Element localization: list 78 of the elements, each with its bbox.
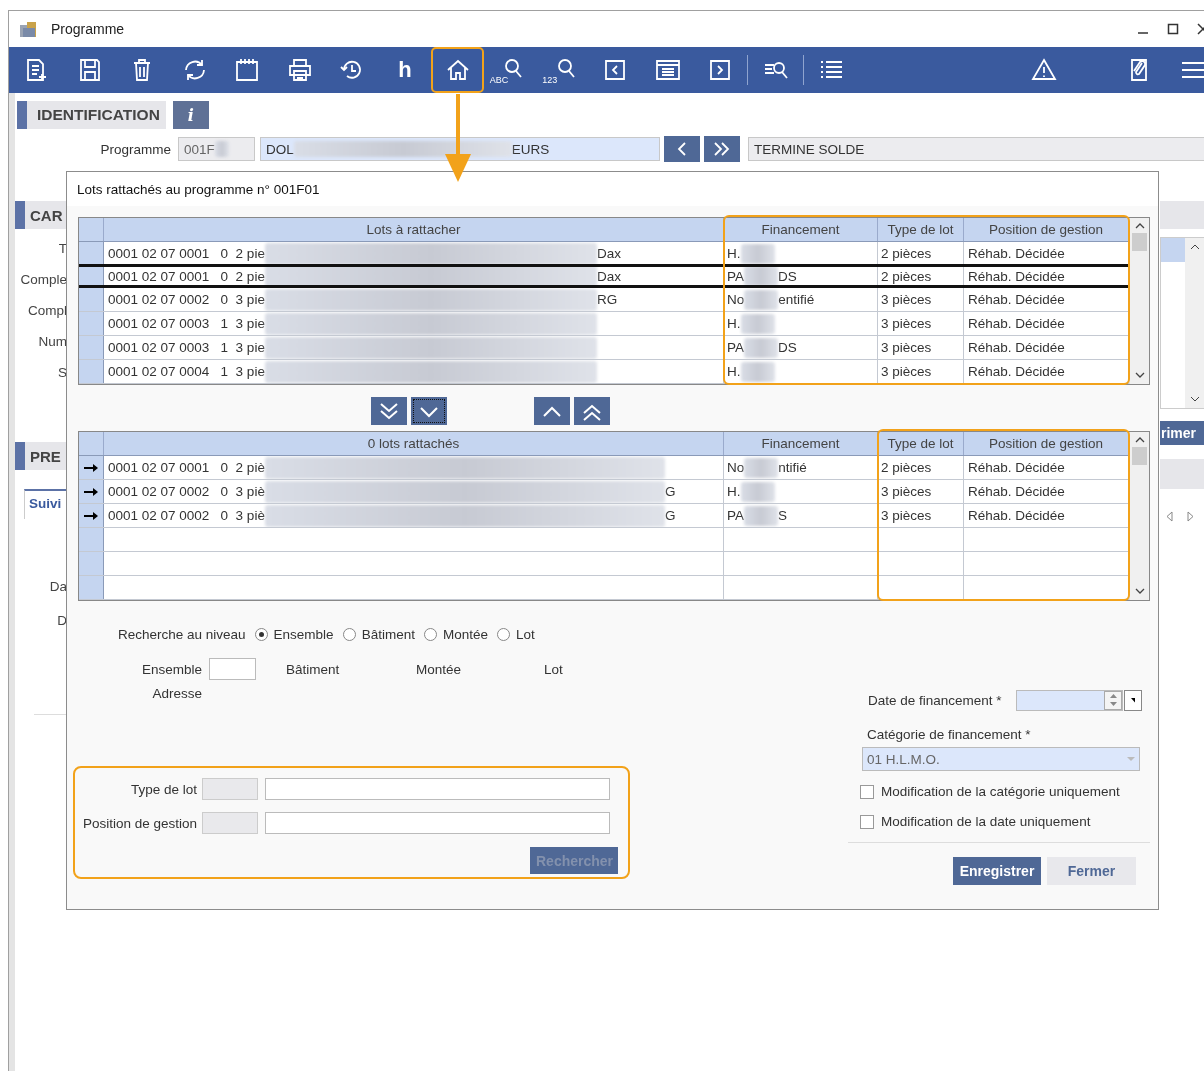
column-header[interactable]: Position de gestion	[988, 222, 1104, 237]
checkbox-option[interactable]: Modification de la catégorie uniquement	[860, 782, 1150, 801]
column-header[interactable]: Lots à rattacher	[366, 222, 461, 237]
save-button[interactable]: Enregistrer	[953, 857, 1041, 885]
lot-text: 0001 02 07 0001 0 2 pie	[108, 268, 265, 284]
program-code-field[interactable]: 001F	[178, 137, 255, 161]
lot-text: 0001 02 07 0001 0 2 pie	[108, 246, 265, 261]
field-label: Adresse	[151, 685, 202, 703]
field-label: Num	[37, 333, 67, 351]
financing-text: No	[727, 460, 745, 475]
radio-option[interactable]: Montée	[423, 626, 488, 642]
section-header: IDENTIFICATION	[17, 101, 166, 129]
lot-text: G	[664, 484, 676, 499]
field-label: Bâtiment	[286, 661, 341, 677]
close-button[interactable]: Fermer	[1047, 857, 1136, 885]
field-label: Comple	[19, 271, 67, 289]
financing-text: DS	[778, 268, 797, 284]
field-label: Ensemble	[140, 661, 202, 677]
field-label: Montée	[416, 661, 463, 677]
lot-text: 0001 02 07 0002 0 3 piè	[108, 508, 265, 523]
financing-text: H.	[727, 364, 741, 379]
column-header[interactable]: Financement	[761, 222, 840, 237]
radio-option[interactable]: Lot	[496, 626, 535, 642]
field-label: Catégorie de financement *	[867, 727, 1032, 744]
lot-text: 0001 02 07 0004 1 3 pie	[108, 364, 265, 379]
section-header: PRE	[15, 442, 67, 470]
action-button[interactable]: rimer	[1160, 421, 1204, 445]
lot-text: 0001 02 07 0001 0 2 piè	[108, 460, 265, 475]
lot-text: Dax	[596, 246, 621, 261]
field-label: D	[56, 612, 67, 630]
field-label: Programme	[99, 141, 172, 157]
column-header[interactable]: Type de lot	[887, 222, 954, 237]
checkbox-option[interactable]: Modification de la date uniquement	[860, 812, 1150, 831]
financing-text: No	[727, 292, 745, 307]
window-title: Programme	[51, 21, 125, 37]
financing-text: ntifié	[778, 460, 807, 475]
program-name-field[interactable]: DOL EURS	[260, 137, 660, 161]
column-header[interactable]: Position de gestion	[988, 436, 1104, 451]
financing-text: PA	[727, 268, 744, 284]
toolbar-label: 123	[542, 75, 558, 85]
lot-text: 0001 02 07 0002 0 3 piè	[108, 484, 265, 499]
toolbar-button[interactable]: 123	[536, 47, 589, 93]
financing-text: entifié	[778, 292, 815, 307]
lot-text: Dax	[596, 268, 621, 284]
dropdown-field[interactable]: 01 H.L.M.O.	[862, 747, 1140, 771]
section-header: CAR	[15, 201, 67, 229]
financing-text: PA	[727, 508, 744, 523]
field-label: Position de gestion	[81, 815, 198, 831]
financing-text: PA	[727, 340, 744, 355]
lot-text: RG	[596, 292, 618, 307]
financing-text: DS	[778, 340, 797, 355]
column-header[interactable]: Type de lot	[887, 436, 954, 451]
financing-text: S	[778, 508, 788, 523]
info-button[interactable]: i	[172, 101, 209, 129]
toolbar-button[interactable]: h	[378, 47, 432, 93]
column-header[interactable]: Financement	[761, 436, 840, 451]
lot-text: G	[664, 508, 676, 523]
lot-text: 0001 02 07 0003 1 3 pie	[108, 316, 265, 331]
tab[interactable]: Suivi	[24, 489, 67, 519]
status-field: TERMINE SOLDE	[748, 137, 1204, 161]
lot-text: 0001 02 07 0002 0 3 pie	[108, 292, 265, 307]
field-label: Type de lot	[129, 781, 198, 797]
field-label: S	[57, 364, 67, 382]
field-label: Compl	[27, 302, 67, 320]
radio-option[interactable]: Ensemble	[254, 626, 334, 642]
toolbar-label: ABC	[489, 75, 509, 85]
field-label: Lot	[544, 661, 563, 677]
field-label: Date de financement *	[868, 692, 1003, 708]
dialog-title: Lots rattachés au programme n° 001F01	[76, 180, 321, 199]
lot-text: 0001 02 07 0003 1 3 pie	[108, 340, 265, 355]
financing-text: H.	[727, 246, 741, 261]
column-header[interactable]: 0 lots rattachés	[367, 436, 460, 451]
field-label: Recherche au niveau	[118, 626, 246, 642]
financing-text: H.	[727, 484, 741, 499]
financing-text: H.	[727, 316, 741, 331]
field-label: Da	[48, 578, 67, 596]
radio-option[interactable]: Bâtiment	[342, 626, 415, 642]
toolbar-button[interactable]: ABC	[483, 47, 537, 93]
